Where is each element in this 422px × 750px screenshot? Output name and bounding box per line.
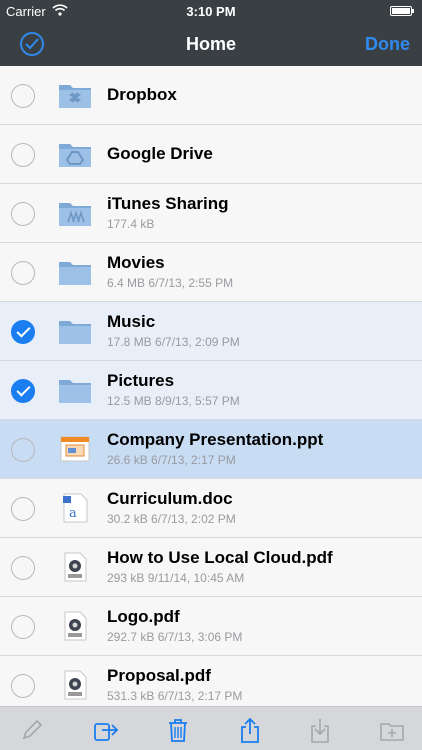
move-icon xyxy=(92,723,120,748)
itunes-sharing-folder-icon xyxy=(58,198,92,228)
file-row[interactable]: Dropbox xyxy=(0,66,422,125)
file-meta: 177.4 kB xyxy=(107,217,155,231)
selection-circle-icon[interactable] xyxy=(11,615,35,639)
pdf-file-icon xyxy=(58,670,92,700)
file-meta: 26.6 kB 6/7/13, 2:17 PM xyxy=(107,453,236,467)
file-name: Proposal.pdf xyxy=(107,666,211,685)
file-name: Google Drive xyxy=(107,144,213,163)
new-folder-button[interactable] xyxy=(378,716,406,744)
status-bar: Carrier 3:10 PM xyxy=(0,0,422,22)
selection-checked-icon[interactable] xyxy=(11,379,35,403)
pdf-file-icon xyxy=(58,611,92,641)
share-button[interactable] xyxy=(236,716,264,744)
google-drive-folder-icon xyxy=(58,139,92,169)
pencil-button[interactable] xyxy=(18,716,46,744)
file-meta: 293 kB 9/11/14, 10:45 AM xyxy=(107,571,245,585)
selection-circle-icon[interactable] xyxy=(11,438,35,462)
file-meta: 30.2 kB 6/7/13, 2:02 PM xyxy=(107,512,236,526)
file-list: Dropbox Google Drive iTunes Sharing 177.4 k… xyxy=(0,66,422,706)
selection-circle-icon[interactable] xyxy=(11,556,35,580)
dropbox-folder-icon xyxy=(58,80,92,110)
file-meta: 6.4 MB 6/7/13, 2:55 PM xyxy=(107,276,234,290)
file-meta: 12.5 MB 8/9/13, 5:57 PM xyxy=(107,394,240,408)
ppt-file-icon xyxy=(58,434,92,464)
file-name: Company Presentation.ppt xyxy=(107,430,324,449)
selection-circle-icon[interactable] xyxy=(11,497,35,521)
navigation-bar: Home Done xyxy=(0,22,422,66)
file-row[interactable]: Proposal.pdf 531.3 kB 6/7/13, 2:17 PM xyxy=(0,656,422,706)
file-meta: 531.3 kB 6/7/13, 2:17 PM xyxy=(107,689,243,703)
new-folder-icon xyxy=(378,723,406,748)
file-name: Music xyxy=(107,312,156,331)
folder-icon xyxy=(58,316,92,346)
selection-circle-icon[interactable] xyxy=(11,261,35,285)
trash-icon xyxy=(164,719,192,748)
selection-circle-icon[interactable] xyxy=(11,674,35,698)
share-icon xyxy=(236,717,264,748)
folder-icon xyxy=(58,257,92,287)
clock: 3:10 PM xyxy=(186,4,236,19)
bottom-toolbar xyxy=(0,706,422,750)
file-row[interactable]: iTunes Sharing 177.4 kB xyxy=(0,184,422,243)
file-name: Movies xyxy=(107,253,165,272)
file-name: iTunes Sharing xyxy=(107,194,229,213)
file-row[interactable]: Music 17.8 MB 6/7/13, 2:09 PM xyxy=(0,302,422,361)
download-icon xyxy=(306,719,334,748)
file-row[interactable]: Pictures 12.5 MB 8/9/13, 5:57 PM xyxy=(0,361,422,420)
file-meta: 292.7 kB 6/7/13, 3:06 PM xyxy=(107,630,243,644)
selection-circle-icon[interactable] xyxy=(11,84,35,108)
folder-icon xyxy=(58,375,92,405)
file-name: Pictures xyxy=(107,371,175,390)
file-row[interactable]: How to Use Local Cloud.pdf 293 kB 9/11/14… xyxy=(0,538,422,597)
file-meta: 17.8 MB 6/7/13, 2:09 PM xyxy=(107,335,240,349)
file-name: Dropbox xyxy=(107,85,177,104)
file-name: Logo.pdf xyxy=(107,607,180,626)
file-row[interactable]: Company Presentation.ppt 26.6 kB 6/7/13, … xyxy=(0,420,422,479)
file-row[interactable]: a Curriculum.doc 30.2 kB 6/7/13, 2:02 PM xyxy=(0,479,422,538)
pdf-file-icon xyxy=(58,552,92,582)
trash-button[interactable] xyxy=(164,716,192,744)
selection-circle-icon[interactable] xyxy=(11,143,35,167)
move-button[interactable] xyxy=(92,716,120,744)
page-title: Home xyxy=(185,34,236,54)
file-row[interactable]: Logo.pdf 292.7 kB 6/7/13, 3:06 PM xyxy=(0,597,422,656)
selection-circle-icon[interactable] xyxy=(11,202,35,226)
file-row[interactable]: Google Drive xyxy=(0,125,422,184)
selection-checked-icon[interactable] xyxy=(11,320,35,344)
doc-file-icon: a xyxy=(58,493,92,523)
battery-icon xyxy=(390,6,414,16)
file-row[interactable]: Movies 6.4 MB 6/7/13, 2:55 PM xyxy=(0,243,422,302)
pencil-icon xyxy=(18,719,46,748)
download-button[interactable] xyxy=(306,716,334,744)
file-name: How to Use Local Cloud.pdf xyxy=(107,548,333,567)
file-name: Curriculum.doc xyxy=(107,489,233,508)
svg-text:a: a xyxy=(69,506,77,521)
done-button[interactable]: Done xyxy=(365,34,410,55)
